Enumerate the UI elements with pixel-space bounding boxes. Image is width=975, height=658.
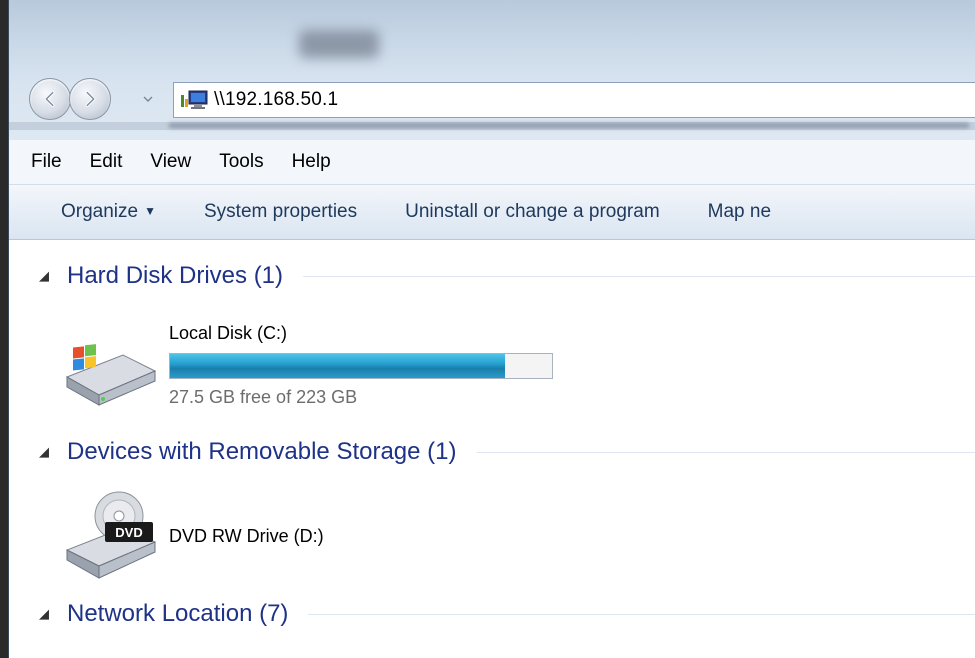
menu-help[interactable]: Help bbox=[278, 151, 345, 173]
menu-edit[interactable]: Edit bbox=[76, 151, 137, 173]
forward-button[interactable] bbox=[69, 78, 111, 120]
hard-drive-windows-icon bbox=[65, 344, 157, 406]
menu-view[interactable]: View bbox=[136, 151, 205, 173]
group-divider bbox=[476, 451, 975, 453]
address-text: \\192.168.50.1 bbox=[214, 89, 339, 110]
window-title-blurred bbox=[299, 30, 379, 58]
recent-pages-chevron-icon[interactable] bbox=[143, 94, 153, 104]
disk-usage-fill bbox=[170, 354, 505, 378]
group-title-hard-disk: Hard Disk Drives (1) bbox=[67, 262, 284, 289]
group-header-removable[interactable]: ◢ Devices with Removable Storage (1) bbox=[9, 438, 975, 466]
menu-bar: File Edit View Tools Help bbox=[9, 140, 975, 185]
collapse-triangle-icon[interactable]: ◢ bbox=[39, 268, 59, 284]
explorer-window: \\192.168.50.1 File Edit View Tools Help… bbox=[8, 0, 975, 658]
menu-file[interactable]: File bbox=[9, 151, 76, 173]
address-bar[interactable]: \\192.168.50.1 bbox=[173, 82, 975, 118]
system-properties-button[interactable]: System properties bbox=[180, 201, 381, 223]
back-arrow-icon bbox=[44, 90, 55, 108]
local-disk-free-space: 27.5 GB free of 223 GB bbox=[169, 387, 358, 407]
organize-button[interactable]: Organize ▼ bbox=[9, 201, 180, 223]
dvd-drive-label: DVD RW Drive (D:) bbox=[169, 526, 324, 546]
uninstall-program-button[interactable]: Uninstall or change a program bbox=[381, 201, 684, 223]
dvd-drive-item[interactable]: DVD DVD RW Drive (D:) bbox=[9, 488, 975, 588]
group-header-hard-disk[interactable]: ◢ Hard Disk Drives (1) bbox=[9, 262, 975, 290]
collapse-triangle-icon[interactable]: ◢ bbox=[39, 444, 59, 460]
group-divider bbox=[303, 275, 975, 277]
group-title-removable: Devices with Removable Storage (1) bbox=[67, 438, 457, 465]
dvd-drive-icon: DVD bbox=[65, 491, 157, 579]
back-button[interactable] bbox=[29, 78, 71, 120]
group-divider bbox=[308, 613, 975, 615]
title-bar: \\192.168.50.1 bbox=[9, 0, 975, 140]
blurred-region bbox=[169, 123, 969, 128]
forward-arrow-icon bbox=[85, 90, 96, 108]
group-header-network[interactable]: ◢ Network Location (7) bbox=[9, 600, 975, 628]
local-disk-item[interactable]: Local Disk (C:) 27.5 GB free of 223 GB bbox=[9, 315, 975, 425]
map-network-drive-button[interactable]: Map ne bbox=[684, 201, 795, 223]
menu-tools[interactable]: Tools bbox=[205, 151, 277, 173]
network-computer-icon bbox=[181, 90, 208, 109]
content-pane: ◢ Hard Disk Drives (1) Local Disk (C:) 2… bbox=[9, 240, 975, 658]
organize-label: Organize bbox=[61, 201, 139, 222]
local-disk-label: Local Disk (C:) bbox=[169, 323, 288, 343]
disk-usage-bar bbox=[169, 353, 553, 379]
command-bar: Organize ▼ System properties Uninstall or… bbox=[9, 185, 975, 240]
collapse-triangle-icon[interactable]: ◢ bbox=[39, 606, 59, 622]
dvd-badge-text: DVD bbox=[115, 525, 142, 540]
group-title-network: Network Location (7) bbox=[67, 600, 289, 627]
dropdown-arrow-icon: ▼ bbox=[144, 204, 156, 218]
